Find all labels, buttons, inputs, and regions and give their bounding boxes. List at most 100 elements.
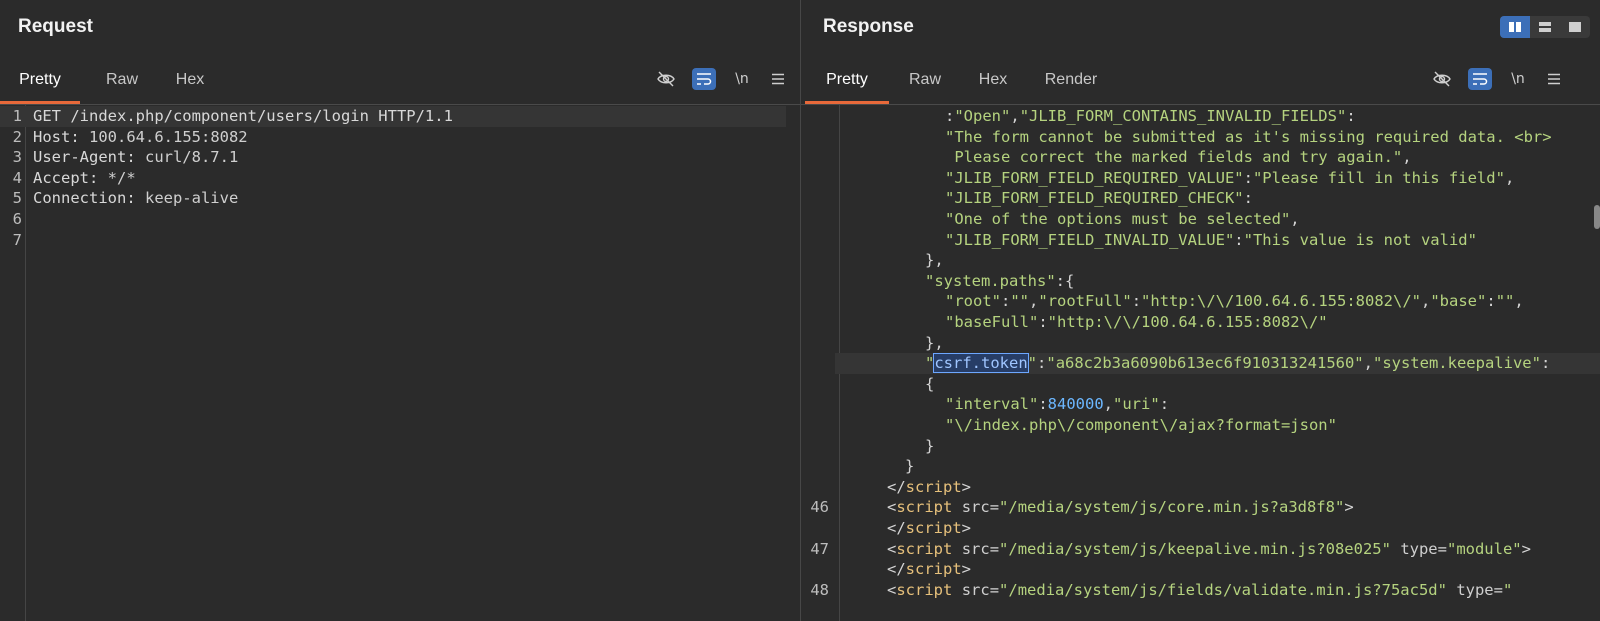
wrap-lines-icon[interactable] bbox=[1468, 68, 1492, 90]
request-tab-hex[interactable]: Hex bbox=[164, 58, 216, 102]
line-number: 46 bbox=[810, 498, 829, 517]
request-tab-raw[interactable]: Raw bbox=[96, 58, 148, 102]
eye-slash-icon[interactable] bbox=[654, 68, 678, 90]
code-token: }, bbox=[925, 333, 944, 352]
code-token: "uri" bbox=[1113, 395, 1160, 414]
code-token: "JLIB_FORM_CONTAINS_INVALID_FIELDS" bbox=[1019, 107, 1347, 125]
code-token: : bbox=[1346, 107, 1356, 125]
code-token: "\/index.php\/component\/ajax?format=jso… bbox=[945, 416, 1337, 434]
code-token: : bbox=[945, 107, 955, 125]
code-line: </script> bbox=[801, 518, 1600, 539]
code-token: } bbox=[925, 436, 935, 455]
code-token: " bbox=[1502, 580, 1513, 599]
code-token: type bbox=[1456, 580, 1494, 599]
code-line: :"Open","JLIB_FORM_CONTAINS_INVALID_FIEL… bbox=[801, 106, 1600, 127]
code-text: </script> bbox=[887, 518, 971, 539]
split-rows-icon[interactable] bbox=[1530, 16, 1560, 38]
code-token: "JLIB_FORM_FIELD_REQUIRED_VALUE" bbox=[945, 168, 1244, 187]
code-token: " bbox=[925, 354, 935, 373]
code-token: < bbox=[887, 539, 897, 558]
code-token: : bbox=[1037, 354, 1047, 373]
code-token: script bbox=[905, 519, 962, 537]
code-token: </ bbox=[887, 519, 906, 537]
code-text: }, bbox=[925, 333, 944, 354]
response-tab-pretty[interactable]: Pretty bbox=[805, 58, 889, 104]
code-token: "baseFull" bbox=[945, 313, 1039, 331]
code-text: Host: 100.64.6.155:8082 bbox=[33, 127, 248, 148]
code-token: } bbox=[905, 457, 915, 476]
code-token: : bbox=[1131, 292, 1142, 311]
code-token: "JLIB_FORM_FIELD_INVALID_VALUE" bbox=[945, 230, 1235, 249]
code-token: curl/8.7.1 bbox=[144, 148, 239, 167]
code-line: "\/index.php\/component\/ajax?format=jso… bbox=[801, 415, 1600, 436]
line-number: 47 bbox=[810, 539, 829, 558]
request-tabs: Pretty Raw Hex bbox=[0, 58, 800, 105]
code-token: , bbox=[1029, 292, 1039, 311]
code-text: }, bbox=[925, 250, 944, 271]
line-number: 6 bbox=[12, 210, 22, 228]
code-token: script bbox=[896, 498, 953, 517]
code-text: "baseFull":"http:\/\/100.64.6.155:8082\/… bbox=[945, 312, 1328, 333]
code-text: "root":"","rootFull":"http:\/\/100.64.6.… bbox=[945, 291, 1524, 312]
code-text: "The form cannot be submitted as it's mi… bbox=[945, 127, 1552, 148]
request-pane: Request Pretty Raw Hex \n 1 GET /index.ph… bbox=[0, 0, 800, 621]
code-token: "root" bbox=[945, 292, 1001, 311]
code-token: keep-alive bbox=[144, 189, 239, 208]
code-token: < bbox=[887, 580, 897, 599]
code-token: "" bbox=[1495, 292, 1515, 311]
code-token: "Open" bbox=[954, 107, 1011, 125]
code-token: "The form cannot be submitted as it's mi… bbox=[945, 127, 1552, 146]
code-line: "JLIB_FORM_FIELD_INVALID_VALUE":"This va… bbox=[801, 230, 1600, 251]
response-scrollbar[interactable] bbox=[1594, 205, 1600, 229]
split-columns-icon[interactable] bbox=[1500, 16, 1530, 38]
code-text: "JLIB_FORM_FIELD_INVALID_VALUE":"This va… bbox=[945, 230, 1477, 251]
code-token: script bbox=[896, 539, 953, 558]
code-text: "system.paths":{ bbox=[925, 271, 1074, 292]
code-token: "http:\/\/100.64.6.155:8082\/" bbox=[1047, 313, 1328, 331]
code-text: "\/index.php\/component\/ajax?format=jso… bbox=[945, 415, 1337, 436]
line-number: 3 bbox=[12, 148, 22, 167]
code-token: , bbox=[1421, 292, 1431, 311]
response-tab-hex[interactable]: Hex bbox=[968, 58, 1018, 102]
hamburger-menu-icon[interactable] bbox=[1542, 68, 1566, 90]
code-token: : bbox=[1159, 395, 1170, 414]
code-line: "JLIB_FORM_FIELD_REQUIRED_CHECK": bbox=[801, 188, 1600, 209]
hamburger-menu-icon[interactable] bbox=[766, 68, 790, 90]
single-pane-icon[interactable] bbox=[1560, 16, 1590, 38]
response-tab-raw[interactable]: Raw bbox=[899, 58, 951, 102]
request-editor[interactable]: 1 GET /index.php/component/users/login HT… bbox=[0, 105, 800, 621]
line-number: 1 bbox=[12, 107, 22, 125]
code-token: "JLIB_FORM_FIELD_REQUIRED_CHECK" bbox=[945, 189, 1244, 208]
request-tab-pretty[interactable]: Pretty bbox=[0, 58, 80, 104]
code-line: 1 GET /index.php/component/users/login HT… bbox=[0, 106, 786, 127]
response-editor[interactable]: :"Open","JLIB_FORM_CONTAINS_INVALID_FIEL… bbox=[801, 105, 1600, 621]
code-token: 840000 bbox=[1047, 395, 1104, 414]
code-token: > bbox=[961, 519, 972, 537]
code-token: "system.paths" bbox=[925, 271, 1056, 290]
code-token: "/media/system/js/core.min.js?a3d8f8" bbox=[999, 498, 1345, 517]
wrap-lines-icon[interactable] bbox=[692, 68, 716, 90]
code-line: 5 Connection: keep-alive bbox=[0, 188, 800, 209]
line-number: 5 bbox=[12, 189, 22, 208]
response-tab-render[interactable]: Render bbox=[1036, 58, 1106, 102]
code-token: src bbox=[961, 498, 990, 517]
code-text: Accept: */* bbox=[33, 168, 136, 189]
code-token: = bbox=[989, 580, 1000, 599]
code-token: "a68c2b3a6090b613ec6f910313241560" bbox=[1046, 354, 1364, 373]
code-token: > bbox=[1344, 498, 1354, 517]
eye-slash-icon[interactable] bbox=[1430, 68, 1454, 90]
code-line: "baseFull":"http:\/\/100.64.6.155:8082\/… bbox=[801, 312, 1600, 333]
code-token: : bbox=[1001, 292, 1011, 311]
newline-toggle[interactable]: \n bbox=[730, 68, 754, 90]
code-text: "JLIB_FORM_FIELD_REQUIRED_VALUE":"Please… bbox=[945, 168, 1514, 189]
code-text: User-Agent: curl/8.7.1 bbox=[33, 147, 238, 168]
code-token: > bbox=[961, 560, 972, 579]
newline-toggle[interactable]: \n bbox=[1506, 68, 1530, 90]
code-line: "root":"","rootFull":"http:\/\/100.64.6.… bbox=[801, 291, 1600, 312]
code-token: , bbox=[1290, 210, 1300, 228]
response-title: Response bbox=[823, 16, 914, 37]
code-token: { bbox=[925, 374, 935, 393]
